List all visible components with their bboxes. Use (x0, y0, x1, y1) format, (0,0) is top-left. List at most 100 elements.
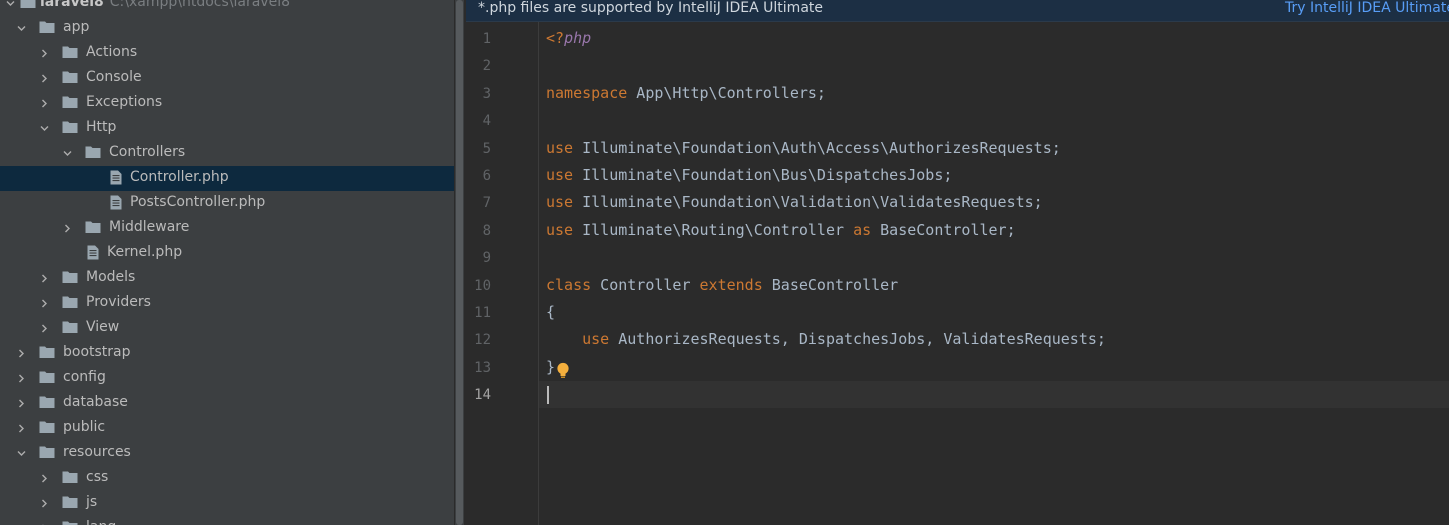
folder-icon (62, 270, 78, 284)
code-token: { (546, 303, 556, 321)
code-token: use (546, 220, 574, 239)
tree-folder-item[interactable]: Actions (0, 41, 454, 66)
folder-icon (62, 320, 78, 334)
tree-folder-item[interactable]: View (0, 316, 454, 341)
current-line-highlight (539, 381, 1449, 408)
code-token: Illuminate\Foundation\Auth\Access\Author… (573, 138, 1061, 157)
code-line[interactable]: } (546, 358, 555, 376)
tree-folder-item[interactable]: lang (0, 516, 454, 525)
chevron-right-icon[interactable] (17, 399, 26, 408)
tree-folder-item[interactable]: Middleware (0, 216, 454, 241)
chevron-down-icon[interactable] (17, 24, 26, 33)
tree-file-item[interactable]: PostsController.php (0, 191, 454, 216)
code-line[interactable]: class Controller extends BaseController (546, 276, 898, 294)
tree-folder-item[interactable]: resources (0, 441, 454, 466)
tree-folder-item[interactable]: Http (0, 116, 454, 141)
chevron-right-icon[interactable] (40, 274, 49, 283)
tree-folder-item[interactable]: public (0, 416, 454, 441)
code-line[interactable]: use Illuminate\Routing\Controller as Bas… (546, 221, 1016, 239)
chevron-right-icon[interactable] (40, 99, 49, 108)
tree-folder-item[interactable]: config (0, 366, 454, 391)
code-token: namespace (546, 83, 628, 102)
folder-icon (39, 445, 55, 459)
chevron-right-icon[interactable] (17, 349, 26, 358)
line-number: 7 (482, 195, 491, 212)
code-line[interactable]: use AuthorizesRequests, DispatchesJobs, … (546, 330, 1106, 348)
chevron-right-icon[interactable] (40, 324, 49, 333)
folder-icon (39, 370, 55, 384)
chevron-down-icon[interactable] (63, 149, 72, 158)
tree-item-label: Providers (86, 294, 151, 310)
line-number: 9 (482, 250, 491, 267)
line-number: 3 (482, 85, 491, 102)
code-token: use (546, 138, 574, 157)
code-token: use (582, 330, 610, 349)
chevron-down-icon[interactable] (6, 0, 15, 8)
tree-item-label: js (86, 494, 98, 510)
chevron-right-icon[interactable] (40, 49, 49, 58)
chevron-right-icon[interactable] (63, 224, 72, 233)
chevron-right-icon[interactable] (40, 499, 49, 508)
tree-folder-item[interactable]: css (0, 466, 454, 491)
tree-folder-item[interactable]: app (0, 16, 454, 41)
folder-icon (62, 45, 78, 59)
folder-icon (62, 70, 78, 84)
tree-item-label: Models (86, 269, 136, 285)
code-line[interactable]: { (546, 303, 555, 321)
tree-folder-item[interactable]: Controllers (0, 141, 454, 166)
tree-item-label: config (63, 369, 106, 385)
folder-icon (62, 470, 78, 484)
tree-folder-item[interactable]: Models (0, 266, 454, 291)
chevron-right-icon[interactable] (40, 474, 49, 483)
tree-item-label: PostsController.php (130, 194, 266, 210)
code-line[interactable]: <?php (546, 29, 591, 47)
tree-scrollbar-thumb[interactable] (456, 0, 463, 525)
banner-link[interactable]: Try IntelliJ IDEA Ultimate (1285, 0, 1449, 16)
chevron-down-icon[interactable] (40, 124, 49, 133)
code-line[interactable]: namespace App\Http\Controllers; (546, 84, 826, 102)
code-token: class (546, 275, 592, 294)
folder-icon (85, 220, 101, 234)
code-line[interactable]: use Illuminate\Foundation\Auth\Access\Au… (546, 139, 1061, 157)
folder-icon (85, 145, 101, 159)
tree-file-item[interactable]: Controller.php (0, 166, 454, 191)
code-token: BaseController (762, 275, 899, 294)
code-editor[interactable]: 1 2 3 4 5 6 7 8 9 10 11 12 13 14 <?php namespace App\H… (466, 22, 1449, 525)
tree-item-label: css (86, 469, 109, 485)
code-token: App\Http\Controllers; (627, 83, 826, 102)
chevron-right-icon[interactable] (40, 299, 49, 308)
tree-item-label: Controller.php (130, 169, 229, 185)
chevron-right-icon[interactable] (40, 74, 49, 83)
tree-item-label: Http (86, 119, 117, 135)
chevron-right-icon[interactable] (17, 424, 26, 433)
line-number: 13 (474, 359, 491, 376)
code-token: Illuminate\Foundation\Validation\Validat… (573, 193, 1043, 212)
php-file-icon (110, 195, 122, 210)
folder-icon (39, 345, 55, 359)
line-number: 5 (482, 140, 491, 157)
tree-root-path: C:\xampp\htdocs\laravel8 (109, 0, 290, 10)
code-token: Illuminate\Foundation\Bus\DispatchesJobs… (573, 166, 953, 184)
folder-icon (39, 420, 55, 434)
chevron-down-icon[interactable] (17, 449, 26, 458)
tree-file-item[interactable]: Kernel.php (0, 241, 454, 266)
tree-item-label: Actions (86, 44, 138, 60)
tree-folder-item[interactable]: bootstrap (0, 341, 454, 366)
chevron-right-icon[interactable] (17, 374, 26, 383)
tree-folder-item[interactable]: Providers (0, 291, 454, 316)
project-tree: laravel8 C:\xampp\htdocs\laravel8 app Acti… (0, 0, 454, 525)
tree-scrollbar[interactable] (455, 0, 464, 525)
tree-folder-item[interactable]: js (0, 491, 454, 516)
code-line[interactable]: use Illuminate\Foundation\Bus\Dispatches… (546, 166, 952, 184)
tree-folder-item[interactable]: Console (0, 66, 454, 91)
tree-folder-item[interactable]: Exceptions (0, 91, 454, 116)
folder-icon (39, 395, 55, 409)
code-line[interactable]: use Illuminate\Foundation\Validation\Val… (546, 193, 1043, 211)
tree-folder-item[interactable]: database (0, 391, 454, 416)
code-token: AuthorizesRequests, DispatchesJobs, Vali… (609, 330, 1106, 349)
folder-icon (20, 0, 36, 9)
tree-item-label: public (63, 419, 106, 435)
tree-root-item[interactable]: laravel8 C:\xampp\htdocs\laravel8 (0, 0, 454, 16)
intention-bulb-icon[interactable] (556, 362, 570, 383)
tree-item-label: resources (63, 444, 131, 460)
